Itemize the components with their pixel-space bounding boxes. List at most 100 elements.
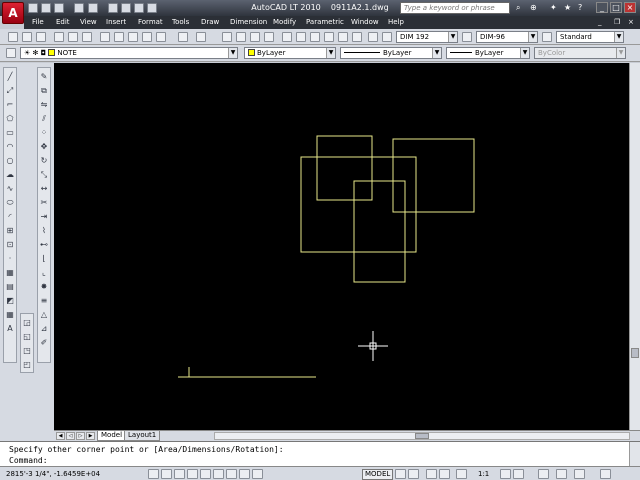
gradient-icon[interactable]: ▤ xyxy=(5,282,15,291)
binoculars-icon[interactable]: ⌕ xyxy=(516,3,520,13)
zoom-status-icon[interactable] xyxy=(439,469,450,479)
dim-style2-combo[interactable]: DIM-96 ▼ xyxy=(476,31,538,43)
hatch-icon[interactable]: ▦ xyxy=(5,268,15,277)
help-tool-icon[interactable] xyxy=(368,32,378,42)
send-under-icon[interactable]: ◰ xyxy=(22,360,32,369)
polygon-icon[interactable]: ⬠ xyxy=(5,114,15,123)
menu-draw[interactable]: Draw xyxy=(201,18,219,26)
bring-above-icon[interactable]: ◳ xyxy=(22,346,32,355)
dim-style-combo[interactable]: DIM 192 ▼ xyxy=(396,31,458,43)
copy-icon[interactable] xyxy=(114,32,124,42)
extend-icon[interactable]: ⇥ xyxy=(39,212,49,221)
spline-icon[interactable]: ∿ xyxy=(5,184,15,193)
cut-icon[interactable] xyxy=(100,32,110,42)
menu-dimension[interactable]: Dimension xyxy=(230,18,267,26)
block-editor-icon[interactable] xyxy=(156,32,166,42)
circle-icon[interactable]: ○ xyxy=(5,156,15,165)
vertical-scrollbar[interactable] xyxy=(629,63,640,430)
mtext-icon[interactable]: Α xyxy=(5,324,15,333)
app-menu-button[interactable]: A xyxy=(2,2,24,24)
coordinates-readout[interactable]: 2815'-3 1/4", -1.6459E+04 xyxy=(6,470,100,478)
pan-icon[interactable] xyxy=(222,32,232,42)
zoom-window-icon[interactable] xyxy=(250,32,260,42)
command-prompt[interactable]: Command: xyxy=(9,456,48,465)
stretch-icon[interactable]: ↔ xyxy=(39,184,49,193)
linetype-combo[interactable]: ByLayer ▼ xyxy=(340,47,442,59)
lock-toolbar-icon[interactable] xyxy=(556,469,567,479)
scale-icon[interactable]: ⤡ xyxy=(39,170,49,179)
text-style-combo[interactable]: Standard ▼ xyxy=(556,31,624,43)
table-icon[interactable]: ▦ xyxy=(5,310,15,319)
annotation-scale[interactable]: 1:1 xyxy=(478,470,489,478)
menu-file[interactable]: File xyxy=(32,18,44,26)
dyn-icon[interactable] xyxy=(226,469,237,479)
line-icon[interactable]: ╱ xyxy=(5,72,15,81)
revcloud-icon[interactable]: ☁ xyxy=(5,170,15,179)
next-tab-icon[interactable]: ▷ xyxy=(76,432,85,440)
fillet-icon[interactable]: ⌞ xyxy=(39,268,49,277)
redo-tool-icon[interactable] xyxy=(196,32,206,42)
color-combo[interactable]: ByLayer ▼ xyxy=(244,47,336,59)
doc-restore-icon[interactable]: ❐ xyxy=(614,18,620,26)
point-icon[interactable]: · xyxy=(5,254,15,263)
drawing-area[interactable] xyxy=(54,63,629,430)
quickview-drawings-icon[interactable] xyxy=(408,469,419,479)
menu-edit[interactable]: Edit xyxy=(56,18,70,26)
rectangle-icon[interactable]: ▭ xyxy=(5,128,15,137)
doc-minimize-icon[interactable]: _ xyxy=(598,18,602,26)
horizontal-scroll-thumb[interactable] xyxy=(415,433,429,439)
break-icon[interactable]: ⌇ xyxy=(39,226,49,235)
paste-icon[interactable] xyxy=(128,32,138,42)
search-input[interactable]: Type a keyword or phrase xyxy=(400,2,510,14)
clean-screen-icon[interactable] xyxy=(600,469,611,479)
copy-object-icon[interactable]: ⧉ xyxy=(39,86,49,95)
move-icon[interactable]: ✥ xyxy=(39,142,49,151)
minimize-button[interactable]: _ xyxy=(596,2,608,13)
workspace-gear-icon[interactable] xyxy=(538,469,549,479)
prev-tab-icon[interactable]: ◁ xyxy=(66,432,75,440)
command-scrollbar[interactable] xyxy=(629,442,640,467)
chamfer-icon[interactable]: ⌊ xyxy=(39,254,49,263)
xline-icon[interactable]: ⤢ xyxy=(5,86,15,95)
erase-icon[interactable]: ✎ xyxy=(39,72,49,81)
arc-icon[interactable]: ◠ xyxy=(5,142,15,151)
qnew-icon[interactable] xyxy=(8,32,18,42)
first-tab-icon[interactable]: ◀ xyxy=(56,432,65,440)
quickcalc-icon[interactable] xyxy=(352,32,362,42)
zoom-previous-icon[interactable] xyxy=(264,32,274,42)
explode-icon[interactable]: ✸ xyxy=(39,282,49,291)
status-menu-icon[interactable] xyxy=(574,469,585,479)
align-icon[interactable]: ⊿ xyxy=(39,324,49,333)
triangle-icon[interactable]: △ xyxy=(39,310,49,319)
region-icon[interactable]: ◩ xyxy=(5,296,15,305)
otrack-icon[interactable] xyxy=(213,469,224,479)
join-icon[interactable]: ⊷ xyxy=(39,240,49,249)
vertical-scroll-thumb[interactable] xyxy=(631,348,639,358)
layer-properties-icon[interactable] xyxy=(6,48,16,58)
array-icon[interactable]: ⁘ xyxy=(39,128,49,137)
menu-insert[interactable]: Insert xyxy=(106,18,126,26)
maximize-button[interactable]: □ xyxy=(610,2,622,13)
menu-window[interactable]: Window xyxy=(351,18,379,26)
snap-icon[interactable] xyxy=(148,469,159,479)
menu-modify[interactable]: Modify xyxy=(273,18,296,26)
menu-format[interactable]: Format xyxy=(138,18,163,26)
horizontal-scrollbar[interactable] xyxy=(214,432,630,440)
text-style-icon[interactable] xyxy=(542,32,552,42)
save-file-icon[interactable] xyxy=(36,32,46,42)
properties-tool-icon[interactable]: ≡ xyxy=(39,296,49,305)
trim-icon[interactable]: ✂ xyxy=(39,198,49,207)
polar-icon[interactable] xyxy=(187,469,198,479)
grid-icon[interactable] xyxy=(161,469,172,479)
annotation-visibility-icon[interactable] xyxy=(500,469,511,479)
last-tab-icon[interactable]: ▶ xyxy=(86,432,95,440)
tool-palettes-icon[interactable] xyxy=(310,32,320,42)
make-block-icon[interactable]: ⊡ xyxy=(5,240,15,249)
pan-status-icon[interactable] xyxy=(426,469,437,479)
zoom-icon[interactable] xyxy=(236,32,246,42)
rotate-icon[interactable]: ↻ xyxy=(39,156,49,165)
polyline-icon[interactable]: ⌐ xyxy=(5,100,15,109)
dim-style-icon[interactable] xyxy=(382,32,392,42)
osnap-icon[interactable] xyxy=(200,469,211,479)
menu-tools[interactable]: Tools xyxy=(172,18,189,26)
